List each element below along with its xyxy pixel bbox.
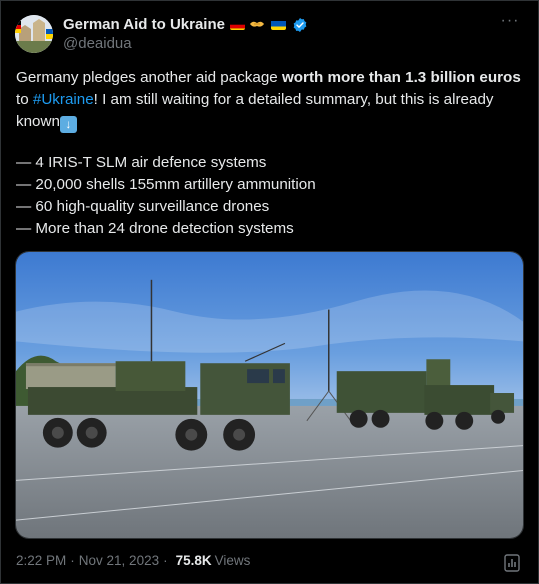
list-item: — More than 24 drone detection systems [16, 220, 294, 237]
tweet-text-bold: worth more than 1.3 billion euros [281, 69, 521, 86]
handle[interactable]: @deaidua [63, 35, 308, 52]
tweet-text-part2: to [16, 91, 33, 108]
tweet-meta: 2:22 PM · Nov 21, 2023 · 75.8K Views [16, 553, 250, 568]
tweet-list: — 4 IRIS-T SLM air defence systems — 20,… [16, 152, 521, 240]
down-arrow-emoji-icon: ↓ [59, 116, 77, 133]
tweet-text-part1: Germany pledges another aid package [16, 69, 282, 86]
views-count: 75.8K [175, 553, 212, 568]
tweet-text: Germany pledges another aid package wort… [16, 67, 521, 133]
tweet-time[interactable]: 2:22 PM [16, 553, 66, 568]
verified-badge-icon [293, 17, 307, 32]
tweet-card: German Aid to Ukraine @deaidua ··· Germa [0, 0, 539, 584]
handshake-icon [249, 18, 265, 32]
views-label: Views [214, 553, 251, 568]
more-options-icon[interactable]: ··· [500, 13, 520, 35]
germany-flag-icon [229, 19, 245, 30]
separator: · [70, 553, 75, 568]
display-name[interactable]: German Aid to Ukraine [63, 16, 225, 33]
author-names: German Aid to Ukraine @deaidua [63, 16, 308, 52]
hashtag-link[interactable]: #Ukraine [33, 91, 94, 108]
tweet-header: German Aid to Ukraine @deaidua ··· [15, 13, 524, 59]
ukraine-flag-icon [270, 19, 286, 30]
military-vehicles-photo [16, 252, 523, 538]
list-item: — 60 high-quality surveillance drones [16, 198, 270, 215]
avatar[interactable] [15, 15, 53, 53]
list-item: — 20,000 shells 155mm artillery ammuniti… [16, 176, 316, 193]
tweet-media-image[interactable] [15, 251, 524, 539]
list-item: — 4 IRIS-T SLM air defence systems [16, 154, 267, 171]
name-row: German Aid to Ukraine [63, 16, 308, 33]
separator: · [163, 553, 168, 568]
tweet-date[interactable]: Nov 21, 2023 [79, 553, 159, 568]
analytics-icon[interactable] [504, 554, 520, 572]
